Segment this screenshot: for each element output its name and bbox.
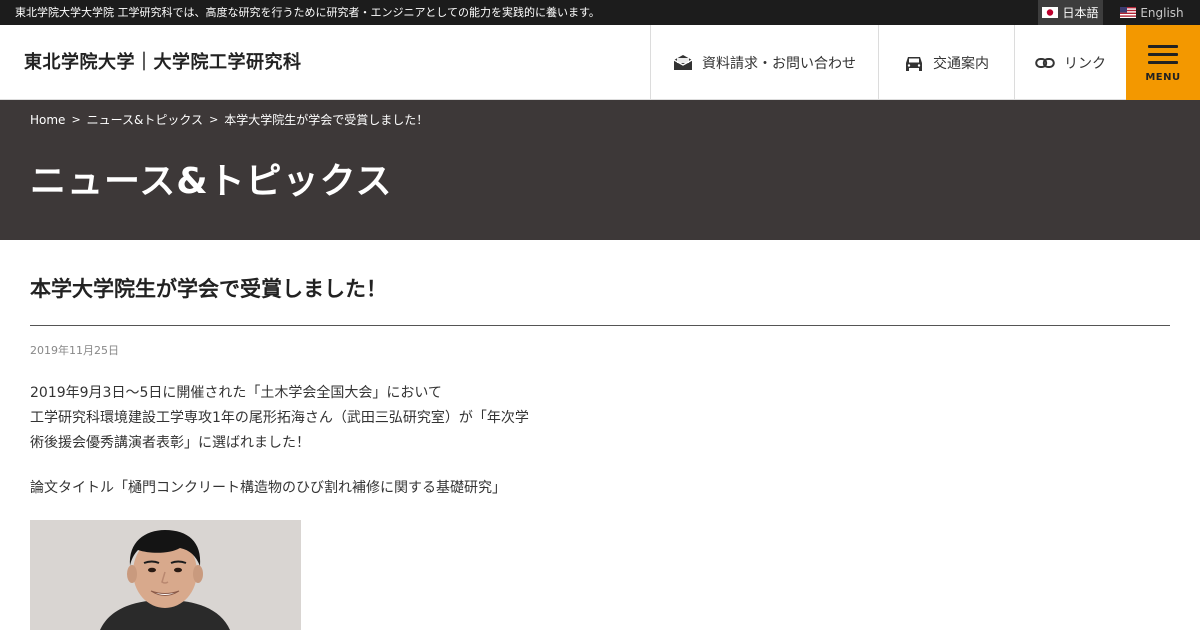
menu-bar [1148, 60, 1178, 64]
us-flag-icon [1120, 7, 1137, 18]
breadcrumb-news-link[interactable]: ニュース&トピックス [87, 111, 203, 128]
body-line: 工学研究科環境建設工学専攻1年の尾形拓海さん（武田三弘研究室）が「年次学 [30, 410, 529, 426]
paper-title: 論文タイトル「樋門コンクリート構造物のひび割れ補修に関する基礎研究」 [30, 480, 506, 496]
breadcrumb: Home > ニュース&トピックス > 本学大学院生が学会で受賞しました！ [30, 111, 428, 128]
article-body: 2019年9月3日～5日に開催された「土木学会全国大会」において 工学研究科環境… [30, 381, 529, 456]
language-japanese-link[interactable]: 日本語 [1038, 0, 1103, 25]
breadcrumb-home-link[interactable]: Home [30, 113, 65, 127]
menu-bar [1148, 52, 1178, 56]
top-strip: 東北学院大学大学院 工学研究科では、高度な研究を行うために研究者・エンジニアとし… [0, 0, 1200, 25]
menu-label: MENU [1145, 72, 1181, 83]
language-japanese-label: 日本語 [1062, 6, 1099, 20]
envelope-icon [673, 55, 693, 70]
car-icon [906, 56, 922, 71]
student-portrait-image [30, 520, 301, 630]
nav-contact-button[interactable]: 資料請求・お問い合わせ [650, 25, 878, 100]
language-english-label: English [1140, 5, 1184, 20]
japan-flag-icon [1042, 7, 1059, 18]
post-date: 2019年11月25日 [30, 344, 119, 357]
body-line: 2019年9月3日～5日に開催された「土木学会全国大会」において [30, 385, 442, 401]
link-icon [1035, 57, 1055, 68]
breadcrumb-separator: > [209, 113, 219, 126]
nav-link-label: リンク [1064, 55, 1106, 72]
body-line: 術後援会優秀講演者表彰」に選ばれました！ [30, 435, 310, 451]
page-hero: Home > ニュース&トピックス > 本学大学院生が学会で受賞しました！ ニュ… [0, 100, 1200, 240]
language-english-link[interactable]: English [1117, 0, 1187, 25]
menu-bar [1148, 44, 1178, 48]
student-photo [30, 520, 301, 630]
nav-contact-label: 資料請求・お問い合わせ [702, 55, 856, 72]
site-tagline: 東北学院大学大学院 工学研究科では、高度な研究を行うために研究者・エンジニアとし… [15, 6, 600, 19]
article-title: 本学大学院生が学会で受賞しました！ [30, 277, 387, 301]
nav-access-button[interactable]: 交通案内 [878, 25, 1014, 100]
site-header: 東北学院大学｜大学院工学研究科 資料請求・お問い合わせ 交通案内 リンク MEN… [0, 25, 1200, 100]
title-divider [30, 325, 1170, 326]
site-logo-title[interactable]: 東北学院大学｜大学院工学研究科 [24, 25, 302, 100]
breadcrumb-separator: > [71, 113, 81, 126]
breadcrumb-current: 本学大学院生が学会で受賞しました！ [224, 113, 429, 127]
menu-button[interactable]: MENU [1126, 25, 1200, 100]
nav-link-button[interactable]: リンク [1014, 25, 1126, 100]
nav-access-label: 交通案内 [933, 55, 989, 72]
page-title: ニュース&トピックス [30, 161, 393, 202]
